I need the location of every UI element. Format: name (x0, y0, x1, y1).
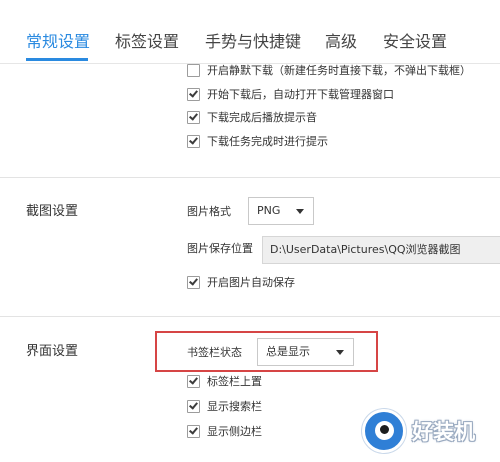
chevron-down-icon (296, 209, 304, 214)
tab-general-settings[interactable]: 常规设置 (26, 28, 90, 52)
image-format-value: PNG (257, 204, 281, 217)
checkmark-icon (189, 111, 198, 121)
image-save-path-field[interactable]: D:\UserData\Pictures\QQ浏览器截图 (262, 236, 500, 264)
section-divider (0, 177, 500, 178)
section-divider (0, 316, 500, 317)
checkmark-icon (189, 425, 198, 435)
silent-download-checkbox[interactable] (187, 64, 200, 77)
tab-security-settings[interactable]: 安全设置 (383, 28, 447, 52)
highlight-annotation-box (155, 331, 378, 372)
checkmark-icon (189, 88, 198, 98)
tab-gestures-shortcuts[interactable]: 手势与快捷键 (205, 28, 301, 52)
auto-save-image-checkbox[interactable] (187, 276, 200, 289)
tab-tab-settings[interactable]: 标签设置 (115, 28, 179, 52)
settings-tab-bar: 常规设置 标签设置 手势与快捷键 高级 安全设置 (0, 0, 500, 64)
interface-settings-title: 界面设置 (26, 344, 79, 359)
tab-bar-top-label: 标签栏上置 (207, 375, 262, 388)
open-download-manager-label: 开始下载后，自动打开下载管理器窗口 (207, 88, 394, 101)
open-download-manager-checkbox[interactable] (187, 88, 200, 101)
image-save-path-label: 图片保存位置 (187, 242, 253, 255)
screenshot-settings-title: 截图设置 (26, 204, 79, 219)
watermark-text: 好装机 (412, 420, 475, 444)
show-sidebar-label: 显示侧边栏 (207, 425, 262, 438)
site-watermark: 好装机 (362, 404, 500, 462)
auto-save-image-label: 开启图片自动保存 (207, 276, 295, 289)
show-search-bar-label: 显示搜索栏 (207, 400, 262, 413)
checkmark-icon (189, 135, 198, 145)
show-search-bar-checkbox[interactable] (187, 400, 200, 413)
play-sound-label: 下载完成后播放提示音 (207, 111, 317, 124)
silent-download-label: 开启静默下载（新建任务时直接下载，不弹出下载框） (207, 64, 471, 77)
tab-advanced[interactable]: 高级 (325, 28, 357, 52)
image-format-label: 图片格式 (187, 205, 231, 218)
checkmark-icon (189, 375, 198, 385)
download-complete-notify-label: 下载任务完成时进行提示 (207, 135, 328, 148)
tab-bar-top-checkbox[interactable] (187, 375, 200, 388)
image-format-select[interactable]: PNG (248, 197, 314, 225)
download-complete-notify-checkbox[interactable] (187, 135, 200, 148)
play-sound-checkbox[interactable] (187, 111, 200, 124)
checkmark-icon (189, 400, 198, 410)
active-tab-indicator (26, 58, 88, 61)
watermark-logo-icon (362, 409, 406, 453)
checkmark-icon (189, 276, 198, 286)
show-sidebar-checkbox[interactable] (187, 425, 200, 438)
image-save-path-value: D:\UserData\Pictures\QQ浏览器截图 (270, 243, 461, 256)
